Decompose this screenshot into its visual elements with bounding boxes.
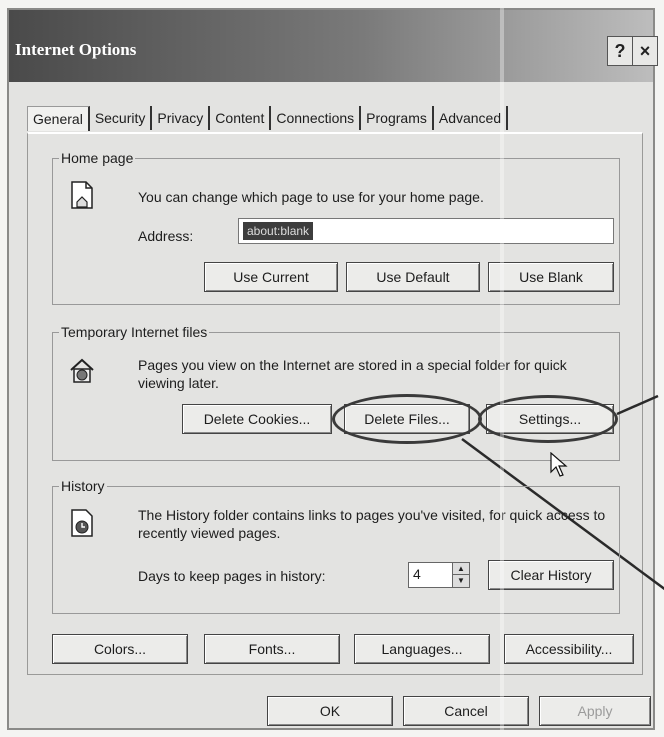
days-label: Days to keep pages in history: [138, 568, 326, 584]
history-clock-icon [71, 509, 93, 537]
tab-general[interactable]: General [27, 106, 90, 131]
help-button[interactable]: ? [607, 36, 633, 66]
general-panel: Home page You can change which page to u… [27, 132, 664, 675]
fonts-button[interactable]: Fonts... [204, 634, 340, 664]
tab-content[interactable]: Content [210, 106, 272, 130]
photo-glare [500, 8, 504, 730]
history-legend: History [61, 478, 105, 494]
tab-security[interactable]: Security [90, 106, 153, 130]
window-title: Internet Options [15, 40, 137, 59]
settings-callout-line [616, 394, 659, 416]
languages-button[interactable]: Languages... [354, 634, 490, 664]
tab-connections[interactable]: Connections [271, 106, 362, 130]
history-description: The History folder contains links to pag… [138, 507, 606, 541]
mouse-pointer-icon [550, 452, 568, 477]
close-button[interactable]: × [632, 36, 658, 66]
internet-options-dialog: Internet Options ? × General Security Pr… [7, 8, 664, 730]
accessibility-button[interactable]: Accessibility... [504, 634, 634, 664]
apply-button[interactable]: Apply [539, 696, 651, 726]
title-bar[interactable]: Internet Options ? × [9, 10, 658, 82]
spinner-buttons: ▲ ▼ [452, 563, 469, 587]
colors-button[interactable]: Colors... [52, 634, 188, 664]
spin-down-icon[interactable]: ▼ [453, 575, 469, 586]
history-group: History [52, 478, 620, 614]
ok-button[interactable]: OK [267, 696, 393, 726]
days-value: 4 [413, 566, 421, 582]
tab-advanced[interactable]: Advanced [434, 106, 509, 130]
days-spinner[interactable]: 4 ▲ ▼ [408, 562, 470, 588]
tab-strip: General Security Privacy Content Connect… [27, 106, 509, 132]
tab-privacy[interactable]: Privacy [152, 106, 211, 130]
clear-history-button[interactable]: Clear History [488, 560, 614, 590]
spin-up-icon[interactable]: ▲ [453, 563, 469, 575]
cancel-button[interactable]: Cancel [403, 696, 529, 726]
tab-programs[interactable]: Programs [361, 106, 434, 130]
